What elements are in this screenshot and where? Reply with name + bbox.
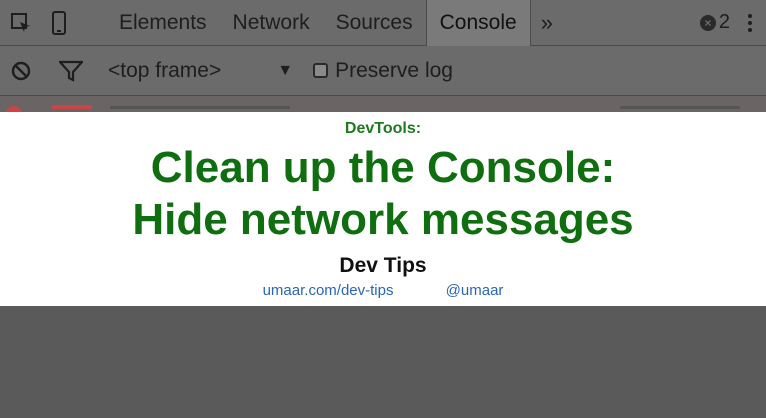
more-options-icon[interactable] (730, 13, 766, 32)
tab-elements[interactable]: Elements (106, 0, 220, 46)
tab-console[interactable]: Console (425, 0, 531, 46)
message-fragment (620, 106, 740, 109)
headline: Clean up the Console: Hide network messa… (0, 142, 766, 246)
console-toolbar: <top frame> ▼ Preserve log (0, 46, 766, 96)
site-link[interactable]: umaar.com/dev-tips (263, 282, 394, 299)
error-count: 2 (718, 11, 730, 33)
device-toolbar-icon[interactable] (44, 8, 74, 38)
tab-network[interactable]: Network (220, 0, 323, 46)
console-message-row (0, 96, 766, 112)
site-title: Dev Tips (339, 254, 427, 277)
clear-console-icon[interactable] (6, 56, 36, 86)
devtools-tabbar: Elements Network Sources Console » × 2 (0, 0, 766, 46)
preserve-log-label: Preserve log (335, 58, 453, 82)
filter-icon[interactable] (56, 56, 86, 86)
title-overlay: DevTools: Clean up the Console: Hide net… (0, 112, 766, 306)
headline-line-2: Hide network messages (132, 195, 634, 244)
kicker-label: DevTools: (344, 120, 422, 137)
message-fragment (110, 106, 290, 109)
more-tabs-button[interactable]: » (531, 10, 563, 36)
frame-selector-value: <top frame> (108, 58, 222, 82)
error-count-badge[interactable]: × 2 (699, 11, 730, 34)
preserve-log-checkbox[interactable] (313, 63, 329, 78)
console-output-area (0, 306, 766, 418)
message-fragment (52, 105, 92, 109)
frame-selector[interactable]: <top frame> ▼ (108, 59, 293, 83)
chevron-down-icon: ▼ (277, 61, 294, 79)
preserve-log-toggle[interactable]: Preserve log (313, 59, 453, 83)
error-icon: × (699, 14, 716, 31)
twitter-handle-link[interactable]: @umaar (446, 282, 504, 299)
headline-line-1: Clean up the Console: (150, 143, 616, 192)
inspect-element-icon[interactable] (6, 8, 36, 38)
links-row: umaar.com/dev-tips @umaar (0, 282, 766, 299)
tab-sources[interactable]: Sources (323, 0, 426, 46)
